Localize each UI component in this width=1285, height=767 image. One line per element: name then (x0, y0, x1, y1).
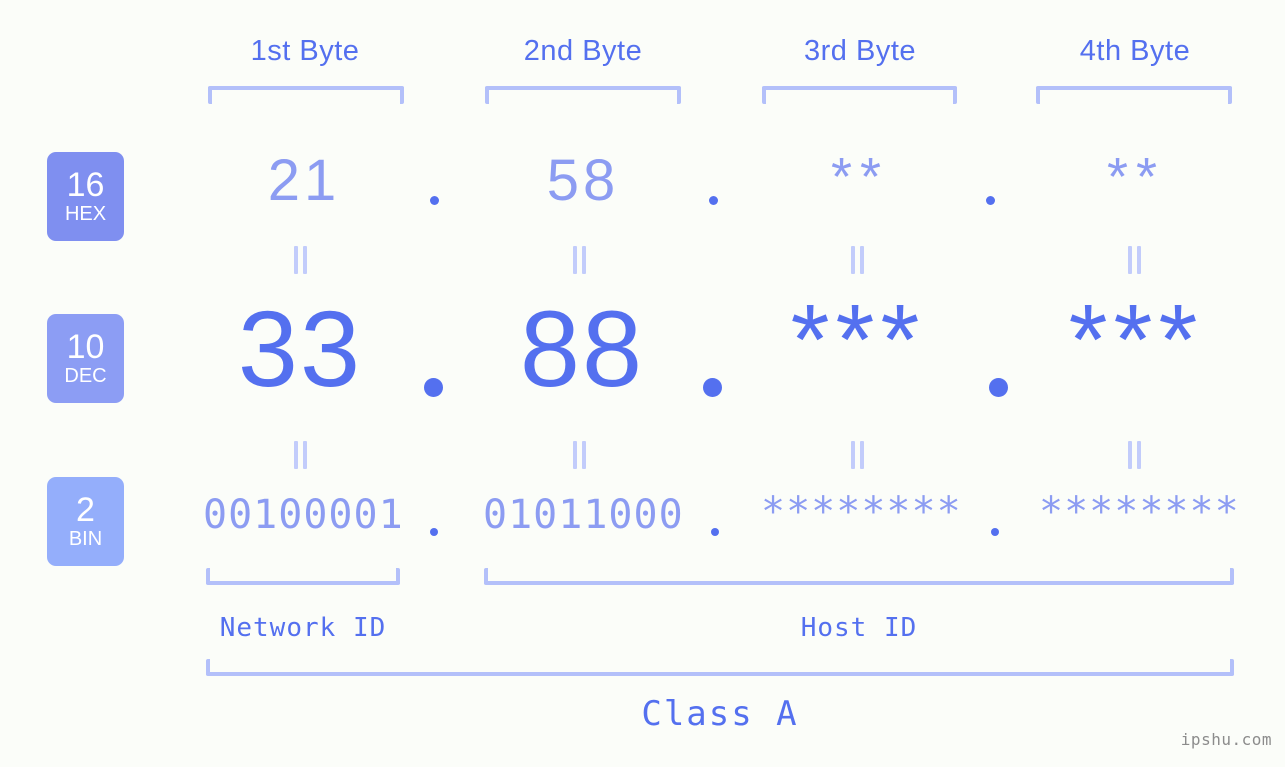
byte-bracket-4 (1036, 86, 1232, 104)
bin-separator-dot-1 (430, 528, 438, 536)
equals-connector-hex-dec-2 (573, 246, 587, 274)
base-badge-bin: 2 BIN (47, 477, 124, 566)
base-badge-bin-number: 2 (76, 491, 95, 529)
dec-byte-3: *** (790, 284, 926, 396)
byte-bracket-3 (762, 86, 957, 104)
network-id-label: Network ID (219, 613, 387, 643)
equals-connector-dec-bin-4 (1128, 441, 1142, 469)
base-badge-hex-abbr: HEX (64, 203, 107, 225)
hex-byte-1: 21 (267, 148, 341, 213)
equals-connector-dec-bin-2 (573, 441, 587, 469)
equals-connector-hex-dec-4 (1128, 246, 1142, 274)
base-badge-hex: 16 HEX (47, 152, 124, 241)
bin-separator-dot-2 (711, 528, 719, 536)
dec-separator-dot-2 (703, 378, 722, 397)
byte-header-4: 4th Byte (1079, 35, 1191, 67)
hex-separator-dot-1 (430, 196, 439, 205)
ip-address-breakdown-diagram: 1st Byte 2nd Byte 3rd Byte 4th Byte 16 H… (0, 0, 1285, 767)
bin-byte-2: 01011000 (483, 492, 684, 538)
base-badge-dec-number: 10 (66, 328, 105, 366)
class-label: Class A (641, 694, 799, 734)
dec-byte-1: 33 (237, 288, 363, 409)
class-bracket (206, 659, 1234, 676)
byte-header-3: 3rd Byte (804, 35, 916, 67)
bin-byte-4: ******** (1039, 489, 1240, 535)
byte-header-1: 1st Byte (250, 35, 360, 67)
equals-connector-dec-bin-1 (294, 441, 308, 469)
byte-bracket-1 (208, 86, 404, 104)
network-id-bracket (206, 568, 400, 585)
dec-separator-dot-1 (424, 378, 443, 397)
hex-byte-3: ** (830, 147, 890, 207)
base-badge-bin-abbr: BIN (68, 528, 103, 550)
bin-separator-dot-3 (991, 528, 999, 536)
dec-byte-2: 88 (519, 288, 645, 409)
base-badge-dec: 10 DEC (47, 314, 124, 403)
byte-bracket-2 (485, 86, 681, 104)
hex-byte-4: ** (1106, 147, 1166, 207)
dec-byte-4: *** (1068, 284, 1204, 396)
host-id-bracket (484, 568, 1234, 585)
base-badge-dec-abbr: DEC (64, 365, 107, 387)
bin-byte-1: 00100001 (203, 492, 404, 538)
equals-connector-hex-dec-1 (294, 246, 308, 274)
bin-byte-3: ******** (761, 489, 962, 535)
host-id-label: Host ID (800, 613, 918, 643)
equals-connector-hex-dec-3 (851, 246, 865, 274)
site-watermark: ipshu.com (1180, 730, 1272, 749)
byte-header-2: 2nd Byte (523, 35, 643, 67)
equals-connector-dec-bin-3 (851, 441, 865, 469)
base-badge-hex-number: 16 (66, 166, 105, 204)
hex-byte-2: 58 (546, 148, 620, 213)
hex-separator-dot-3 (986, 196, 995, 205)
dec-separator-dot-3 (989, 378, 1008, 397)
hex-separator-dot-2 (709, 196, 718, 205)
